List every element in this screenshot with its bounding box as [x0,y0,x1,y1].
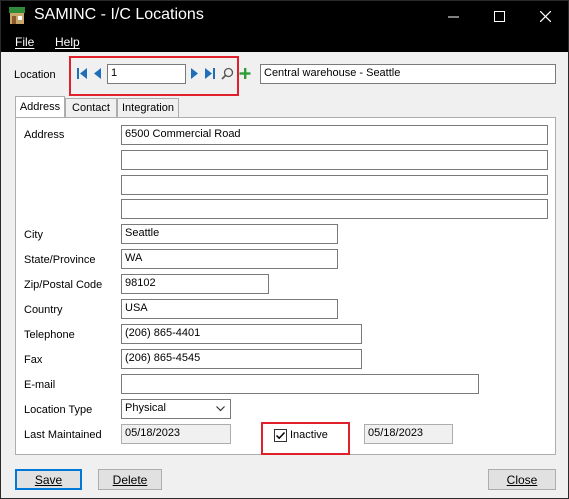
telephone-field[interactable]: (206) 865-4401 [121,324,362,344]
state-field[interactable]: WA [121,249,338,269]
location-label: Location [14,69,56,81]
close-button-label: Close [506,472,538,487]
tab-address[interactable]: Address [15,96,65,117]
close-icon [539,11,551,22]
country-label: Country [24,304,63,316]
next-record-icon[interactable] [190,67,199,80]
location-code-field[interactable]: 1 [107,64,186,84]
new-record-plus-icon[interactable] [239,67,251,80]
save-button[interactable]: Save [15,469,82,490]
menu-help[interactable]: Help [55,35,80,49]
minimize-icon [447,16,459,18]
finder-search-icon[interactable] [221,67,234,80]
tab-integration[interactable]: Integration [117,98,179,117]
title-bar: SAMINC - I/C Locations [1,1,568,32]
previous-record-icon[interactable] [93,67,102,80]
menu-bar: File Help [1,32,568,52]
menu-file[interactable]: File [15,35,34,49]
email-field[interactable] [121,374,479,394]
location-type-value: Physical [125,402,166,414]
state-label: State/Province [24,254,96,266]
last-record-icon[interactable] [204,67,216,80]
fax-field[interactable]: (206) 865-4545 [121,349,362,369]
location-type-select[interactable]: Physical [121,399,231,419]
window-title: SAMINC - I/C Locations [34,6,204,23]
zip-label: Zip/Postal Code [24,279,103,291]
minimize-button[interactable] [430,1,476,32]
maximize-icon [493,11,505,22]
address-line-2-field[interactable] [121,150,548,170]
tab-contact[interactable]: Contact [65,98,117,117]
last-maintained-label: Last Maintained [24,429,102,441]
address-line-3-field[interactable] [121,175,548,195]
ic-locations-window: SAMINC - I/C Locations File Help Locatio… [0,0,569,499]
first-record-icon[interactable] [76,67,88,80]
fax-label: Fax [24,354,43,366]
zip-field[interactable]: 98102 [121,274,269,294]
save-button-label: Save [34,472,63,487]
maximize-button[interactable] [476,1,522,32]
sage-app-icon [9,7,25,24]
location-description-field[interactable]: Central warehouse - Seattle [260,64,556,84]
inactive-checkbox[interactable] [274,429,287,442]
last-maintained-field: 05/18/2023 [121,424,231,444]
address-line-4-field[interactable] [121,199,548,219]
email-label: E-mail [24,379,56,391]
chevron-down-icon [216,406,225,412]
city-label: City [24,229,43,241]
inactive-date-field: 05/18/2023 [364,424,453,444]
telephone-label: Telephone [24,329,75,341]
location-type-label: Location Type [24,404,93,416]
address-line-1-field[interactable]: 6500 Commercial Road [121,125,548,145]
country-field[interactable]: USA [121,299,338,319]
delete-button-label: Delete [112,472,148,487]
checkmark-icon [275,431,286,440]
delete-button[interactable]: Delete [98,469,162,490]
close-button[interactable]: Close [488,469,556,490]
address-label: Address [24,129,65,141]
city-field[interactable]: Seattle [121,224,338,244]
close-window-button[interactable] [522,1,568,32]
inactive-label[interactable]: Inactive [290,429,328,441]
